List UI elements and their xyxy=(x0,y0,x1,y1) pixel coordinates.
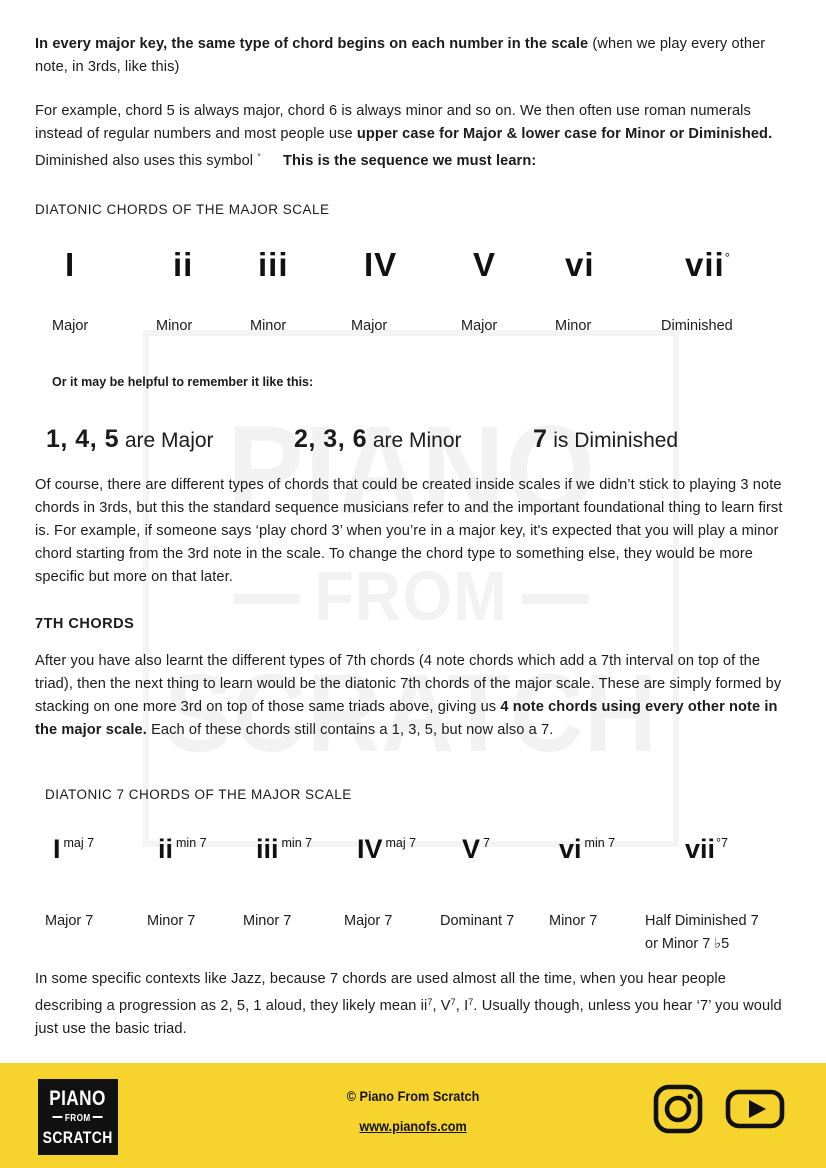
triad-numeral-3: iii xyxy=(258,248,289,281)
copyright-text: © Piano From Scratch xyxy=(346,1089,480,1104)
triad-numeral-7: vii° xyxy=(685,248,730,281)
seventh-quality-4: Major 7 xyxy=(344,913,393,929)
seventh-numeral-4: IV maj 7 xyxy=(357,836,416,863)
seventh-numeral-6: vi min 7 xyxy=(559,836,615,863)
seventh-numeral-6-text: vi xyxy=(559,834,582,864)
seventh-numeral-2-text: ii xyxy=(158,834,174,864)
logo-dash-right xyxy=(93,1116,104,1118)
mnemonic-2: 2, 3, 6 are Minor xyxy=(294,425,462,454)
seventh-part-c: Each of these chords still contains a 1,… xyxy=(146,722,554,738)
mnemonic-note: Or it may be helpful to remember it like… xyxy=(52,375,314,389)
mnemonic-3-numbers: 7 xyxy=(533,425,548,453)
triad-quality-7: Diminished xyxy=(661,318,733,334)
triad-numeral-4: IV xyxy=(364,248,397,281)
seventh-numeral-5-text: V xyxy=(462,834,481,864)
footer: PIANO FROM SCRATCH © Piano From Scratch … xyxy=(0,1063,826,1168)
seventh-numeral-6-ext: min 7 xyxy=(584,836,616,850)
seventh-numeral-7-ext: °7 xyxy=(716,836,728,850)
seventh-numeral-7: vii°7 xyxy=(685,836,728,863)
mnemonic-1-text: are Major xyxy=(119,429,214,452)
triad-numeral-6: vi xyxy=(565,248,595,281)
intro-paragraph-2: For example, chord 5 is always major, ch… xyxy=(35,100,785,173)
logo-dash-left xyxy=(52,1116,63,1118)
seventh-chords-heading: 7TH CHORDS xyxy=(35,616,135,632)
seventh-numeral-4-ext: maj 7 xyxy=(385,836,417,850)
seventh-quality-7-line-1: Half Diminished 7 xyxy=(645,913,759,929)
mnemonic-2-text: are Minor xyxy=(367,429,462,452)
triad-numeral-2: ii xyxy=(173,248,193,281)
jazz-part-b: , V xyxy=(432,997,451,1014)
mnemonic-1-numbers: 1, 4, 5 xyxy=(46,425,119,453)
triad-numeral-6-text: vi xyxy=(565,246,595,283)
mnemonic-2-numbers: 2, 3, 6 xyxy=(294,425,367,453)
watermark-dash-right xyxy=(522,594,589,604)
mnemonic-1: 1, 4, 5 are Major xyxy=(46,425,214,454)
intro-2-bold-d: This is the sequence we must learn: xyxy=(283,152,537,169)
seventh-numeral-2: ii min 7 xyxy=(158,836,207,863)
intro-2-part-c: Diminished also uses this symbol xyxy=(35,152,258,169)
seventh-numeral-1-ext: maj 7 xyxy=(63,836,95,850)
triad-quality-2: Minor xyxy=(156,318,193,334)
logo-line-2-text: FROM xyxy=(65,1113,91,1124)
triad-numeral-7-degree: ° xyxy=(724,250,730,265)
diatonic-7-chords-heading: DIATONIC 7 CHORDS OF THE MAJOR SCALE xyxy=(45,787,352,802)
triad-numeral-4-text: IV xyxy=(364,246,398,283)
seventh-quality-7-line-2: or Minor 7 ♭5 xyxy=(645,936,730,952)
triad-quality-5: Major xyxy=(461,318,498,334)
triad-numeral-5: V xyxy=(473,248,496,281)
triad-numeral-5-text: V xyxy=(473,246,497,283)
logo-line-3: SCRATCH xyxy=(43,1128,114,1147)
watermark-dash-left xyxy=(233,594,300,604)
intro-paragraph-1: In every major key, the same type of cho… xyxy=(35,33,783,79)
instagram-icon[interactable] xyxy=(652,1083,704,1140)
seventh-quality-1: Major 7 xyxy=(45,913,94,929)
triad-quality-1: Major xyxy=(52,318,89,334)
triad-numeral-1-text: I xyxy=(65,246,76,283)
youtube-icon[interactable] xyxy=(724,1083,786,1140)
paragraph-seventh: After you have also learnt the different… xyxy=(35,650,789,742)
paragraph-of-course: Of course, there are different types of … xyxy=(35,477,783,585)
footer-center: © Piano From Scratch www.pianofs.com xyxy=(270,1089,556,1136)
social-links xyxy=(652,1083,786,1140)
diatonic-chords-heading: DIATONIC CHORDS OF THE MAJOR SCALE xyxy=(35,202,330,217)
triad-quality-6: Minor xyxy=(555,318,592,334)
jazz-part-c: , I xyxy=(455,997,469,1014)
seventh-quality-3: Minor 7 xyxy=(243,913,292,929)
seventh-quality-6: Minor 7 xyxy=(549,913,598,929)
seventh-numeral-3-text: iii xyxy=(256,834,279,864)
triad-quality-4: Major xyxy=(351,318,388,334)
seventh-numeral-1: Imaj 7 xyxy=(53,836,94,863)
piano-from-scratch-logo: PIANO FROM SCRATCH xyxy=(38,1079,118,1155)
seventh-numeral-1-text: I xyxy=(53,834,61,864)
website-link[interactable]: www.pianofs.com xyxy=(359,1119,466,1134)
triad-quality-3: Minor xyxy=(250,318,287,334)
mnemonic-3: 7 is Diminished xyxy=(533,425,678,454)
seventh-numeral-5-ext: 7 xyxy=(483,836,490,850)
seventh-numeral-7-text: vii xyxy=(685,834,716,864)
intro-2-bold-b: upper case for Major & lower case for Mi… xyxy=(356,126,773,142)
seventh-numeral-4-text: IV xyxy=(357,834,383,864)
seventh-numeral-2-ext: min 7 xyxy=(176,836,207,850)
seventh-numeral-3-ext: min 7 xyxy=(281,836,313,850)
seventh-numeral-5: V7 xyxy=(462,836,490,863)
seventh-quality-2: Minor 7 xyxy=(147,913,196,929)
seventh-numeral-3: iii min 7 xyxy=(256,836,312,863)
seventh-quality-5: Dominant 7 xyxy=(440,913,515,929)
triad-numeral-7-text: vii xyxy=(685,246,725,283)
triad-numeral-2-text: ii xyxy=(173,246,194,283)
logo-line-2: FROM xyxy=(50,1114,105,1124)
logo-line-1: PIANO xyxy=(49,1087,107,1110)
mnemonic-3-text: is Diminished xyxy=(547,429,679,452)
triad-numeral-3-text: iii xyxy=(258,246,289,283)
intro-1-bold: In every major key, the same type of cho… xyxy=(35,36,589,52)
seventh-quality-7: Half Diminished 7 or Minor 7 ♭5 xyxy=(645,910,759,956)
paragraph-jazz: In some specific contexts like Jazz, bec… xyxy=(35,968,787,1041)
diminished-degree-symbol: ° xyxy=(257,152,262,162)
triad-numeral-1: I xyxy=(65,248,75,281)
